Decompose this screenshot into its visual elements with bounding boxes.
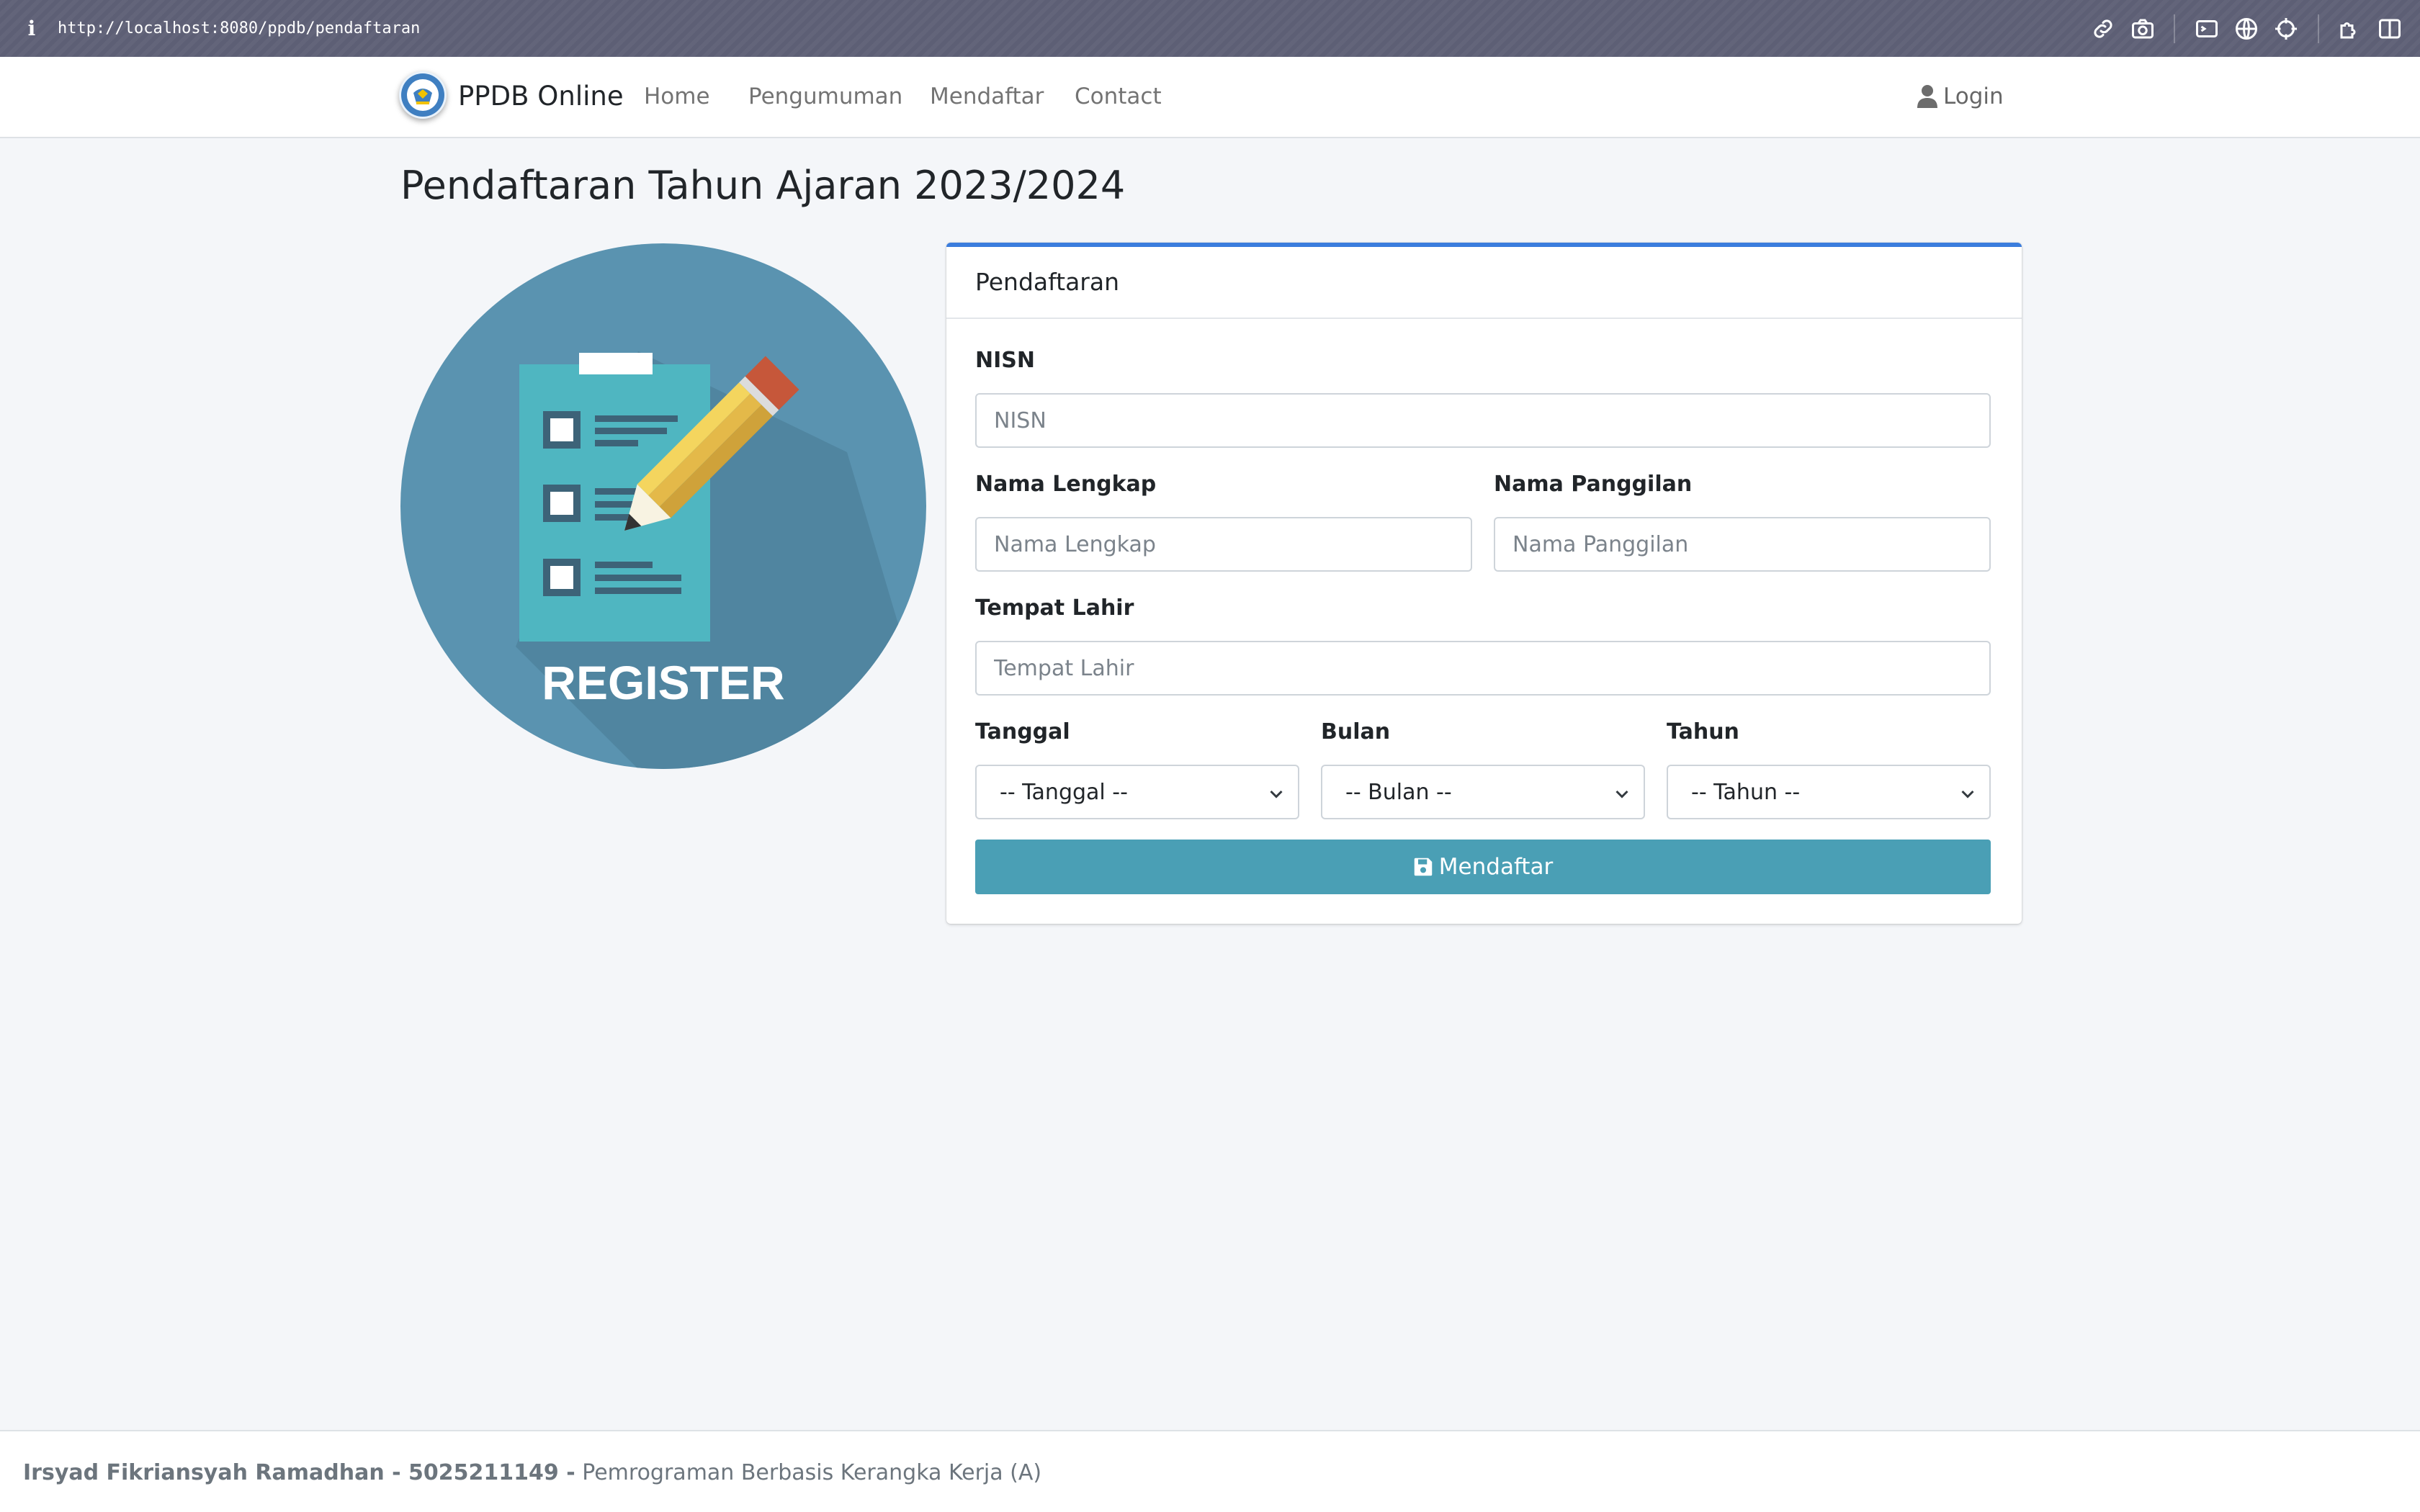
chevron-down-icon	[1961, 790, 1974, 798]
nav-home[interactable]: Home	[644, 80, 710, 113]
mendaftar-button[interactable]: Mendaftar	[975, 840, 1991, 894]
brand-name[interactable]: PPDB Online	[458, 78, 624, 114]
nisn-label: NISN	[975, 348, 1035, 373]
footer-course: Pemrograman Berbasis Kerangka Kerja (A)	[582, 1460, 1042, 1485]
toolbar-divider	[2174, 14, 2175, 43]
registration-card: Pendaftaran NISN Nama Lengkap Nama Pangg…	[946, 243, 2022, 924]
mendaftar-label: Mendaftar	[1438, 854, 1554, 880]
bulan-label: Bulan	[1321, 719, 1391, 744]
sidebar-icon[interactable]	[2377, 16, 2403, 42]
nav-mendaftar[interactable]: Mendaftar	[930, 80, 1044, 113]
bulan-select[interactable]: -- Bulan --	[1321, 765, 1645, 819]
nama-panggilan-label: Nama Panggilan	[1494, 472, 1693, 497]
footer: Irsyad Fikriansyah Ramadhan - 5025211149…	[0, 1430, 2420, 1512]
chevron-down-icon	[1270, 790, 1283, 798]
tahun-selected: -- Tahun --	[1691, 779, 1801, 805]
nisn-input[interactable]	[975, 393, 1991, 448]
bulan-selected: -- Bulan --	[1345, 779, 1452, 805]
card-title: Pendaftaran	[975, 268, 1120, 296]
info-icon[interactable]: i	[23, 16, 40, 42]
register-illustration: REGISTER	[400, 243, 926, 769]
footer-text: Irsyad Fikriansyah Ramadhan - 5025211149…	[23, 1459, 1041, 1488]
tahun-label: Tahun	[1667, 719, 1739, 744]
camera-icon[interactable]	[2130, 16, 2156, 42]
toolbar-divider	[2318, 14, 2319, 43]
main-navbar: PPDB Online Home Pengumuman Mendaftar Co…	[0, 57, 2420, 138]
tempat-lahir-input[interactable]	[975, 641, 1991, 696]
nav-pengumuman[interactable]: Pengumuman	[748, 80, 902, 113]
register-text: REGISTER	[542, 656, 784, 709]
extensions-icon[interactable]	[2337, 16, 2363, 42]
address-bar[interactable]: http://localhost:8080/ppdb/pendaftaran	[58, 16, 420, 42]
login-link[interactable]: Login	[1917, 78, 2004, 114]
user-icon	[1917, 85, 1937, 108]
chevron-down-icon	[1615, 790, 1628, 798]
nav-contact[interactable]: Contact	[1075, 80, 1162, 113]
tut-wuri-handayani-logo[interactable]	[399, 71, 447, 119]
crosshair-icon[interactable]	[2273, 16, 2299, 42]
save-icon	[1414, 858, 1433, 876]
login-label: Login	[1943, 84, 2004, 109]
nama-lengkap-input[interactable]	[975, 517, 1472, 572]
footer-author: Irsyad Fikriansyah Ramadhan - 5025211149…	[23, 1460, 575, 1485]
terminal-icon[interactable]	[2194, 16, 2220, 42]
page-title: Pendaftaran Tahun Ajaran 2023/2024	[400, 163, 1126, 208]
tempat-lahir-label: Tempat Lahir	[975, 595, 1134, 621]
tanggal-label: Tanggal	[975, 719, 1070, 744]
globe-icon[interactable]	[2233, 16, 2259, 42]
nama-lengkap-label: Nama Lengkap	[975, 472, 1157, 497]
tahun-select[interactable]: -- Tahun --	[1667, 765, 1991, 819]
nama-panggilan-input[interactable]	[1494, 517, 1991, 572]
link-icon[interactable]	[2090, 16, 2116, 42]
tanggal-selected: -- Tanggal --	[1000, 779, 1128, 805]
browser-toolbar: i http://localhost:8080/ppdb/pendaftaran	[0, 0, 2420, 57]
card-header: Pendaftaran	[946, 247, 2022, 319]
tanggal-select[interactable]: -- Tanggal --	[975, 765, 1299, 819]
